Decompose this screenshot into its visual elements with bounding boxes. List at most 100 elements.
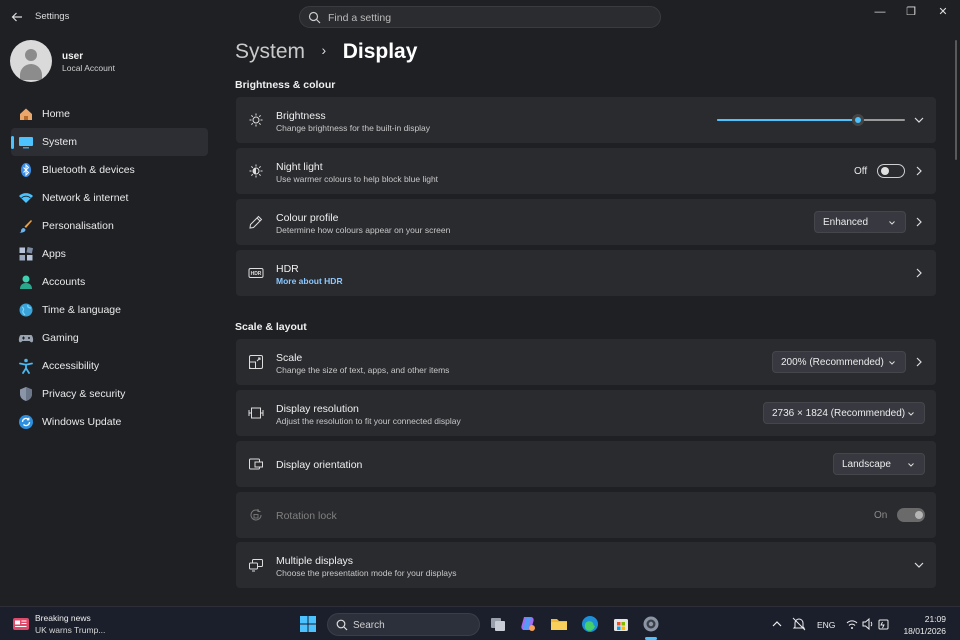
store-icon[interactable] <box>612 615 630 633</box>
sidebar-item-network[interactable]: Network & internet <box>11 184 208 212</box>
news-icon[interactable] <box>12 615 30 633</box>
resolution-icon <box>248 407 264 419</box>
sidebar-item-label: Personalisation <box>42 220 114 232</box>
news-title[interactable]: Breaking news <box>35 613 91 623</box>
more-about-hdr-link[interactable]: More about HDR <box>276 276 343 286</box>
card-subtitle: Determine how colours appear on your scr… <box>276 225 451 235</box>
search-input[interactable] <box>328 10 648 25</box>
hdr-icon: HDR <box>248 268 264 278</box>
card-title: Night light <box>276 161 323 173</box>
maximize-button[interactable]: ❐ <box>896 0 926 24</box>
taskbar-search-label: Search <box>353 620 385 631</box>
breadcrumb-separator: › <box>321 42 327 58</box>
sidebar-item-accessibility[interactable]: Accessibility <box>11 352 208 380</box>
scale-dropdown[interactable]: 200% (Recommended) <box>772 351 906 373</box>
display-orientation-dropdown[interactable]: Landscape <box>833 453 925 475</box>
minimize-button[interactable]: — <box>865 0 895 24</box>
sidebar-item-label: Accounts <box>42 276 86 288</box>
shield-icon <box>20 387 32 401</box>
slider-thumb[interactable] <box>852 114 864 126</box>
chevron-down-icon[interactable] <box>913 560 925 570</box>
scale-card[interactable]: Scale Change the size of text, apps, and… <box>236 339 936 385</box>
chevron-down-icon <box>889 361 895 365</box>
account-type: Local Account <box>62 63 115 73</box>
brightness-card[interactable]: Brightness Change brightness for the bui… <box>236 97 936 143</box>
settings-window: Settings — ❐ ✕ user Local Account Home S… <box>0 0 960 606</box>
sidebar-item-label: Privacy & security <box>42 388 126 400</box>
language-indicator[interactable]: ENG <box>817 620 835 630</box>
chevron-right-icon[interactable] <box>914 267 924 279</box>
card-title: Display orientation <box>276 459 363 471</box>
sidebar-item-label: Accessibility <box>42 360 100 372</box>
sidebar-item-label: System <box>42 136 78 148</box>
wifi-tray-icon[interactable] <box>846 615 858 633</box>
card-title: Brightness <box>276 110 326 122</box>
orientation-icon <box>249 458 263 470</box>
scrollbar[interactable] <box>955 40 957 160</box>
chevron-down-icon[interactable] <box>913 115 925 125</box>
night-light-card[interactable]: Night light Use warmer colours to help b… <box>236 148 936 194</box>
chevron-down-icon <box>908 463 914 467</box>
section-title-brightness: Brightness & colour <box>235 79 336 91</box>
sidebar-item-time-language[interactable]: Time & language <box>11 296 208 324</box>
hdr-card[interactable]: HDR HDR More about HDR <box>236 250 936 296</box>
display-resolution-card: Display resolution Adjust the resolution… <box>236 390 936 436</box>
chevron-down-icon <box>908 412 914 416</box>
back-arrow-icon <box>11 12 22 22</box>
start-icon[interactable] <box>299 615 317 633</box>
taskbar-search[interactable]: Search <box>327 613 480 636</box>
sidebar-item-apps[interactable]: Apps <box>11 240 208 268</box>
settings-gear-icon[interactable] <box>642 615 660 633</box>
card-title: Rotation lock <box>276 510 337 522</box>
file-explorer-icon[interactable] <box>550 615 568 633</box>
sidebar-item-home[interactable]: Home <box>11 100 208 128</box>
brightness-slider[interactable] <box>717 114 905 126</box>
card-title: HDR <box>276 263 299 275</box>
breadcrumb-parent[interactable]: System <box>235 40 305 63</box>
update-icon <box>19 415 33 429</box>
taskbar: Breaking news UK warns Trump... Search E… <box>0 606 960 640</box>
dropdown-value: Landscape <box>842 459 891 470</box>
slider-fill <box>717 119 858 121</box>
home-icon <box>20 108 32 120</box>
battery-icon[interactable] <box>878 615 890 633</box>
edge-icon[interactable] <box>581 615 599 633</box>
title-bar: Settings — ❐ ✕ <box>0 0 960 34</box>
sidebar-item-system[interactable]: System <box>11 128 208 156</box>
wifi-icon <box>19 193 33 203</box>
clock-date[interactable]: 18/01/2026 <box>890 626 946 636</box>
night-light-toggle[interactable] <box>877 164 905 178</box>
section-title-scale: Scale & layout <box>235 321 307 333</box>
card-subtitle: Use warmer colours to help block blue li… <box>276 174 439 184</box>
sidebar-item-label: Bluetooth & devices <box>42 164 135 176</box>
sidebar-item-bluetooth[interactable]: Bluetooth & devices <box>11 156 208 184</box>
sidebar-item-privacy[interactable]: Privacy & security <box>11 380 208 408</box>
close-button[interactable]: ✕ <box>928 0 958 24</box>
sidebar-item-accounts[interactable]: Accounts <box>11 268 208 296</box>
colour-profile-dropdown[interactable]: Enhanced <box>814 211 906 233</box>
card-title: Colour profile <box>276 212 339 224</box>
chevron-right-icon[interactable] <box>914 165 924 177</box>
sidebar-item-gaming[interactable]: Gaming <box>11 324 208 352</box>
multiple-displays-icon <box>249 559 263 572</box>
task-view-icon[interactable] <box>489 615 507 633</box>
display-resolution-dropdown[interactable]: 2736 × 1824 (Recommended) <box>763 402 925 424</box>
chevron-right-icon[interactable] <box>914 216 924 228</box>
back-button[interactable] <box>8 8 26 26</box>
sidebar-item-personalisation[interactable]: Personalisation <box>11 212 208 240</box>
dropdown-value: 2736 × 1824 (Recommended) <box>772 408 906 419</box>
copilot-icon[interactable] <box>519 615 537 633</box>
colour-profile-card[interactable]: Colour profile Determine how colours app… <box>236 199 936 245</box>
clock-time[interactable]: 21:09 <box>918 614 946 624</box>
breadcrumb: System › Display <box>235 40 417 68</box>
notifications-off-icon[interactable] <box>792 615 806 633</box>
sidebar-item-windows-update[interactable]: Windows Update <box>11 408 208 436</box>
volume-icon[interactable] <box>862 615 874 633</box>
multiple-displays-card[interactable]: Multiple displays Choose the presentatio… <box>236 542 936 588</box>
news-subtitle[interactable]: UK warns Trump... <box>35 625 105 635</box>
svg-text:HDR: HDR <box>251 271 262 277</box>
chevron-up-icon[interactable] <box>771 615 783 633</box>
settings-search[interactable] <box>299 6 661 28</box>
chevron-right-icon[interactable] <box>914 356 924 368</box>
rotation-lock-toggle[interactable] <box>897 508 925 522</box>
